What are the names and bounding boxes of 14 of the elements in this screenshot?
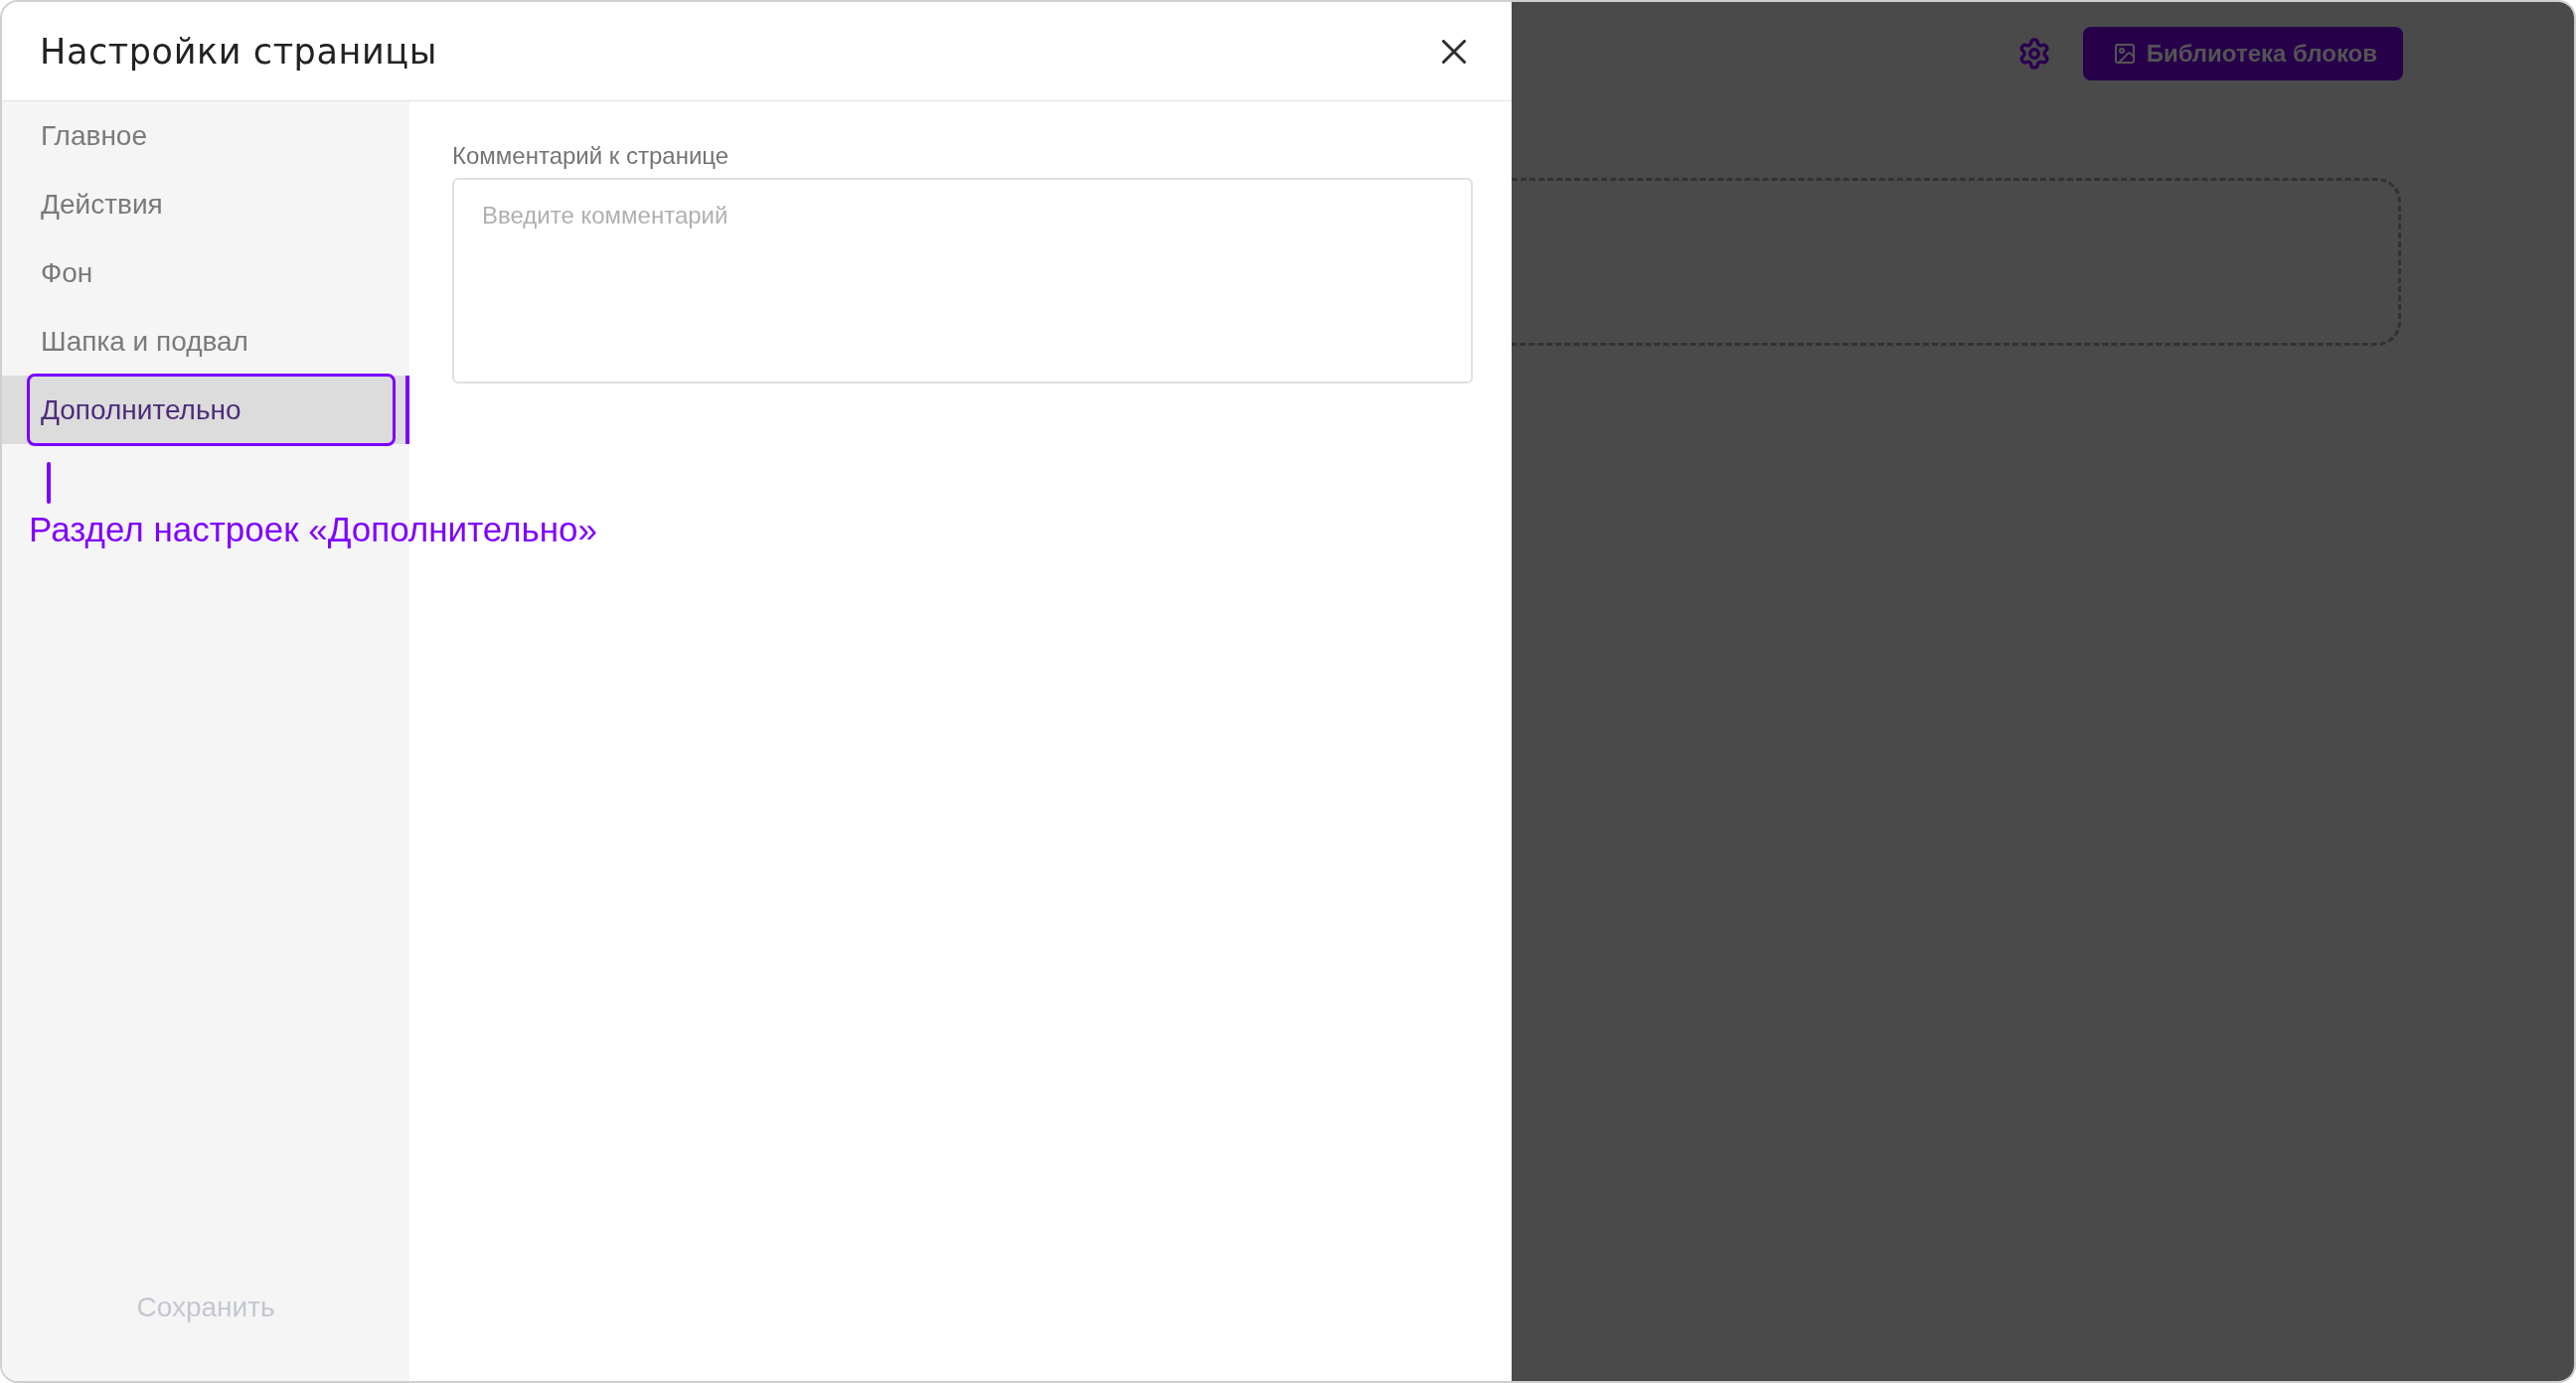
library-button[interactable]: Библиотека блоков — [2082, 27, 2403, 80]
sidebar-item[interactable]: Дополнительно — [2, 376, 409, 444]
leader-line — [47, 462, 51, 504]
sidebar-item[interactable]: Действия — [2, 170, 409, 238]
image-icon — [2112, 42, 2137, 66]
field-label: Комментарий к странице — [452, 141, 730, 170]
sidebar-item[interactable]: Фон — [2, 238, 409, 307]
close-button[interactable] — [1442, 39, 1466, 64]
sidebar-item[interactable]: Шапка и подвал — [2, 307, 409, 376]
dialog-title: Настройки страницы — [40, 31, 437, 72]
sidebar-item[interactable]: Главное — [2, 101, 409, 170]
close-icon — [1442, 39, 1466, 64]
annotation-label: Раздел настроек «Дополнительно» — [29, 509, 597, 550]
comment-field[interactable]: Введите комментарий — [452, 178, 1473, 384]
